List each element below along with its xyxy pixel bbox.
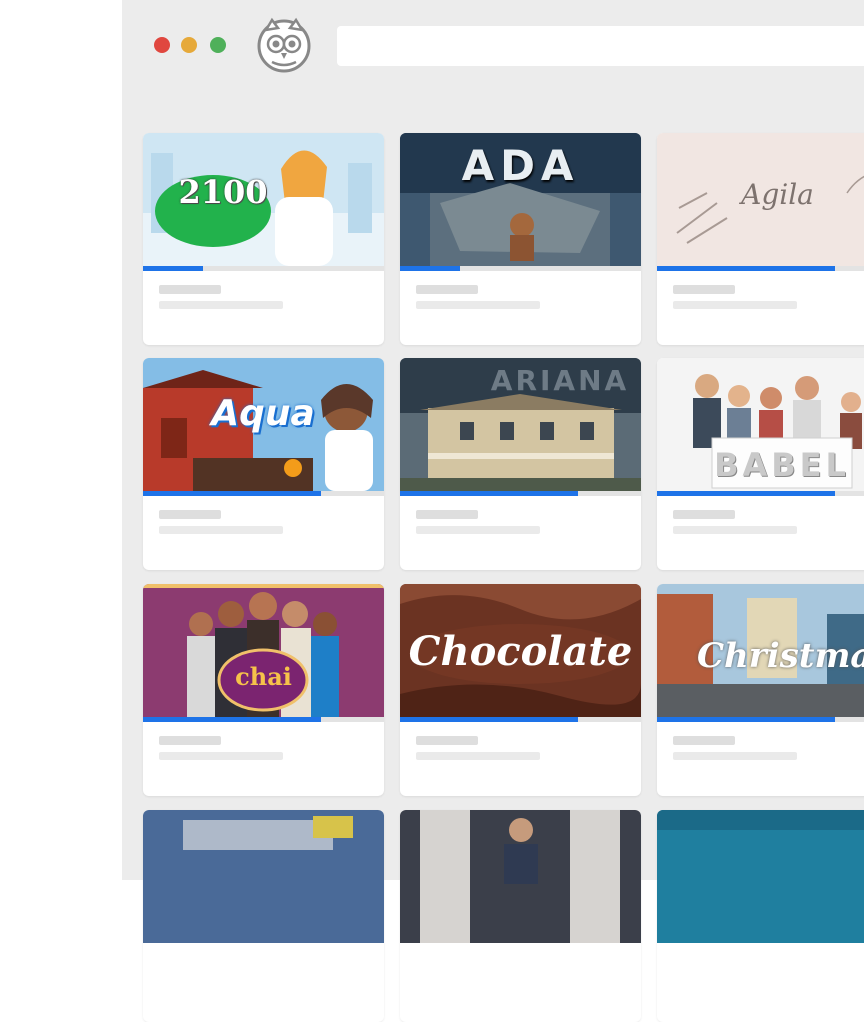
card-title: Chocolate xyxy=(408,628,633,675)
course-card[interactable] xyxy=(143,810,384,1022)
progress-fill xyxy=(400,266,461,271)
card-thumbnail: 2100 xyxy=(143,133,384,266)
card-thumbnail: Aqua xyxy=(143,358,384,491)
card-title-placeholder xyxy=(159,510,221,519)
card-title: chai xyxy=(235,662,292,691)
card-title-placeholder xyxy=(416,736,478,745)
progress-fill xyxy=(143,266,204,271)
card-title: 2100 xyxy=(178,173,268,211)
progress-fill xyxy=(657,491,836,496)
course-card[interactable]: chai xyxy=(143,584,384,796)
card-title-placeholder xyxy=(416,510,478,519)
progress-fill xyxy=(400,491,579,496)
progress-fill xyxy=(400,717,579,722)
owl-logo-icon[interactable] xyxy=(256,16,312,74)
card-thumbnail xyxy=(400,810,641,943)
progress-fill xyxy=(143,717,322,722)
course-card[interactable]: BABEL xyxy=(657,358,864,570)
card-thumbnail: Chocolate xyxy=(400,584,641,717)
progress-bar xyxy=(143,491,384,496)
card-title: ARIANA xyxy=(490,364,630,397)
progress-bar xyxy=(400,717,641,722)
course-card[interactable]: Aqua xyxy=(143,358,384,570)
progress-bar xyxy=(657,491,864,496)
address-bar[interactable] xyxy=(337,26,864,66)
card-thumbnail: chai xyxy=(143,584,384,717)
minimize-window-button[interactable] xyxy=(181,37,197,53)
card-subtitle-placeholder xyxy=(673,301,797,309)
card-title-placeholder xyxy=(673,736,735,745)
card-subtitle-placeholder xyxy=(416,526,540,534)
progress-bar xyxy=(400,266,641,271)
card-subtitle-placeholder xyxy=(416,752,540,760)
card-title: Agila xyxy=(741,178,814,211)
progress-bar xyxy=(400,491,641,496)
course-card[interactable]: ADA xyxy=(400,133,641,345)
card-thumbnail xyxy=(657,810,864,943)
progress-fill xyxy=(657,717,836,722)
card-title-placeholder xyxy=(416,285,478,294)
course-card[interactable] xyxy=(657,810,864,1022)
course-card[interactable]: Christmas xyxy=(657,584,864,796)
progress-bar xyxy=(657,266,864,271)
card-thumbnail: Christmas xyxy=(657,584,864,717)
card-title-placeholder xyxy=(673,510,735,519)
course-card[interactable]: ARIANA xyxy=(400,358,641,570)
card-thumbnail xyxy=(143,810,384,943)
card-subtitle-placeholder xyxy=(159,526,283,534)
card-title-placeholder xyxy=(673,285,735,294)
card-subtitle-placeholder xyxy=(416,301,540,309)
card-subtitle-placeholder xyxy=(673,526,797,534)
card-subtitle-placeholder xyxy=(159,752,283,760)
card-subtitle-placeholder xyxy=(673,752,797,760)
progress-bar xyxy=(657,717,864,722)
card-thumbnail: BABEL xyxy=(657,358,864,491)
progress-bar xyxy=(143,266,384,271)
card-thumbnail: ADA xyxy=(400,133,641,266)
card-subtitle-placeholder xyxy=(159,301,283,309)
card-title: Aqua xyxy=(211,393,315,434)
course-card[interactable]: 2100 xyxy=(143,133,384,345)
card-thumbnail: Agila xyxy=(657,133,864,266)
course-card[interactable] xyxy=(400,810,641,1022)
card-title-placeholder xyxy=(159,736,221,745)
progress-fill xyxy=(657,266,836,271)
card-title: BABEL xyxy=(714,446,850,484)
close-window-button[interactable] xyxy=(154,37,170,53)
card-title-placeholder xyxy=(159,285,221,294)
card-title: ADA xyxy=(461,141,580,190)
course-card[interactable]: Chocolate xyxy=(400,584,641,796)
card-thumbnail: ARIANA xyxy=(400,358,641,491)
progress-bar xyxy=(143,717,384,722)
maximize-window-button[interactable] xyxy=(210,37,226,53)
card-title: Christmas xyxy=(697,636,864,676)
course-card[interactable]: Agila xyxy=(657,133,864,345)
progress-fill xyxy=(143,491,322,496)
